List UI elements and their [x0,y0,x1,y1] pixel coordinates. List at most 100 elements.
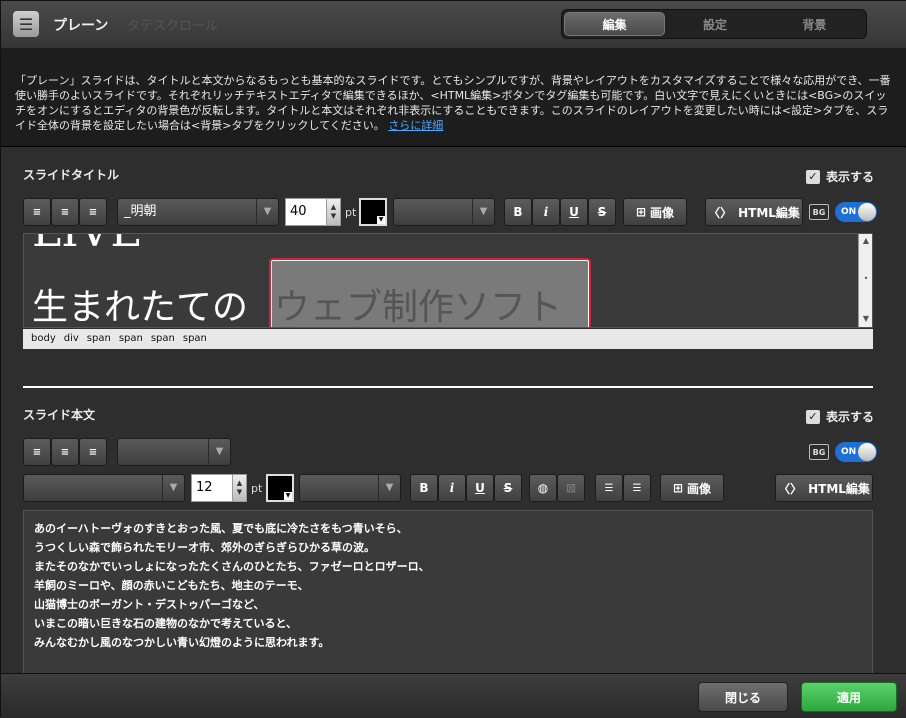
strikethrough-button[interactable]: S [588,198,616,226]
title-rich-text-editor[interactable]: LIVE 生まれたての ウェブ制作ソフト ▲ • ▼ [23,233,873,328]
align-left-button[interactable]: ≡ [23,198,51,226]
unlink-icon: ⊠ [565,481,577,495]
title-show-checkbox[interactable]: ✓ 表示する [806,168,874,185]
tab-settings[interactable]: 設定 [665,12,764,36]
background-ghost-text: タテスクロール [127,19,219,34]
body-section-heading: スライド本文 [23,408,96,422]
body-font-select[interactable]: ▼ [23,474,185,502]
align-right-icon: ≡ [88,446,98,458]
strikethrough-button[interactable]: S [494,474,522,502]
bold-button[interactable]: B [410,474,438,502]
align-left-button[interactable]: ≡ [23,438,51,466]
chevron-down-icon: ▼ [378,475,400,501]
align-center-button[interactable]: ≡ [51,198,79,226]
scroll-down-icon[interactable]: ▼ [859,314,872,323]
switch-knob [858,203,876,221]
align-right-button[interactable]: ≡ [79,438,107,466]
unlink-button[interactable]: ⊠ [557,474,585,502]
body-line: 山猫博士のボーガント・デストゥパーゴなど、 [34,598,265,611]
image-icon: ⊞ [635,205,647,219]
title-font-select[interactable]: _明朝 ▼ [117,198,279,226]
body-html-edit-button[interactable]: 〈〉 HTML編集 [775,474,873,502]
title-bg-toggle[interactable]: BG ON [809,202,877,222]
body-show-checkbox[interactable]: ✓ 表示する [806,408,874,425]
body-paragraph-select[interactable]: ▼ [117,438,231,466]
title-color-picker[interactable]: ▼ [359,198,387,226]
title-html-edit-button[interactable]: 〈〉 HTML編集 [705,198,803,226]
title-size-value: 40 [290,204,307,219]
description-text: 「プレーン」スライドは、タイトルと本文からなるもっとも基本的なスライドです。とて… [15,74,891,132]
body-line: うつくしい森で飾られたモリーオ市、郊外のぎらぎらひかる草の波。 [34,541,375,554]
tab-background[interactable]: 背景 [765,12,864,36]
title-style-select[interactable]: ▼ [393,198,495,226]
body-image-label: 画像 [687,481,712,496]
body-line: またそのなかでいっしょになったたくさんのひとたち、ファゼーロとロザーロ、 [34,560,430,573]
code-icon: 〈〉 [708,205,733,220]
body-color-picker[interactable]: ▼ [266,474,294,502]
title-size-input[interactable]: 40 ▲ ▼ [285,198,341,226]
path-item[interactable]: div [64,329,79,349]
align-center-icon: ≡ [60,446,70,458]
scroll-up-icon[interactable]: ▲ [859,236,872,245]
image-icon: ⊞ [672,481,684,495]
code-icon: 〈〉 [778,481,803,496]
description: 「プレーン」スライドは、タイトルと本文からなるもっとも基本的なスライドです。とて… [1,49,906,147]
align-right-button[interactable]: ≡ [79,198,107,226]
path-item[interactable]: span [87,329,111,349]
menu-icon[interactable]: ☰ [13,11,39,37]
bold-button[interactable]: B [504,198,532,226]
body-image-button[interactable]: ⊞ 画像 [660,474,724,502]
title-size-unit: pt [345,206,357,219]
checkmark-icon: ✓ [806,169,820,184]
body-bg-switch[interactable]: ON [835,442,877,462]
link-button[interactable]: ◍ [529,474,557,502]
title-format-group: B i U S [504,198,616,226]
path-item[interactable]: span [151,329,175,349]
body-format-group: B i U S [410,474,522,502]
stepper-icon[interactable]: ▲ ▼ [232,475,246,501]
scroll-thumb-icon[interactable]: • [859,274,872,283]
title-editor-scrollbar[interactable]: ▲ • ▼ [858,234,872,327]
dropdown-icon: ▼ [377,216,385,224]
title-content-top: LIVE [32,234,143,257]
italic-button[interactable]: i [438,474,466,502]
chevron-down-icon: ▼ [256,199,278,225]
path-item[interactable]: span [183,329,207,349]
title-bg-switch[interactable]: ON [835,202,877,222]
body-align-group: ≡ ≡ ≡ [23,438,107,466]
body-list-group: ☰ ☰ [595,474,651,502]
body-show-label: 表示する [826,410,875,424]
chevron-down-icon: ▼ [472,199,494,225]
body-html-label: HTML編集 [808,481,870,496]
body-size-value: 12 [196,480,213,495]
align-center-button[interactable]: ≡ [51,438,79,466]
title-section-heading: スライドタイトル [23,168,120,182]
align-center-icon: ≡ [60,206,70,218]
body-size-input[interactable]: 12 ▲ ▼ [191,474,247,502]
path-item[interactable]: body [31,329,56,349]
body-line: 羊飼のミーロや、顔の赤いこどもたち、地主のテーモ、 [34,579,309,592]
footer: 閉じる 適用 [1,673,906,718]
more-details-link[interactable]: さらに詳細 [388,119,443,132]
bullet-list-button[interactable]: ☰ [595,474,623,502]
tab-edit[interactable]: 編集 [564,12,666,36]
underline-button[interactable]: U [560,198,588,226]
numbered-list-button[interactable]: ☰ [623,474,651,502]
italic-button[interactable]: i [532,198,560,226]
path-item[interactable]: span [119,329,143,349]
body-style-select[interactable]: ▼ [299,474,401,502]
body-bg-toggle[interactable]: BG ON [809,442,877,462]
close-button[interactable]: 閉じる [698,682,788,712]
apply-button[interactable]: 適用 [801,682,897,712]
title-image-button[interactable]: ⊞ 画像 [623,198,687,226]
body-bg-label: BG [809,444,829,460]
body-rich-text-editor[interactable]: あのイーハトーヴォのすきとおった風、夏でも底に冷たさをもつ青いそら、 うつくしい… [23,510,873,673]
body-toggle-label: ON [841,447,857,457]
chevron-down-icon: ▼ [162,475,184,501]
chevron-down-icon: ▼ [208,439,230,465]
stepper-icon[interactable]: ▲ ▼ [326,199,340,225]
body-line: あのイーハトーヴォのすきとおった風、夏でも底に冷たさをもつ青いそら、 [34,522,408,535]
bullet-list-icon: ☰ [604,482,614,494]
underline-button[interactable]: U [466,474,494,502]
switch-knob [858,443,876,461]
